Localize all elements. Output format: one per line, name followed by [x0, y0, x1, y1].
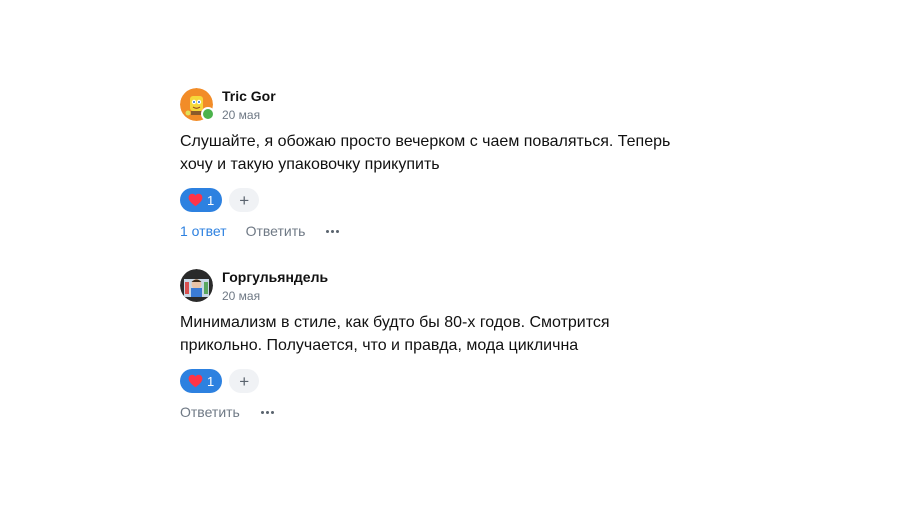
reply-button[interactable]: Ответить — [246, 223, 306, 239]
add-reaction-button[interactable]: + — [229, 369, 260, 393]
add-reaction-button[interactable]: + — [229, 188, 260, 212]
more-options-icon[interactable] — [326, 220, 341, 242]
comment-header: Горгульяндель 20 мая — [180, 267, 780, 303]
reply-button[interactable]: Ответить — [180, 404, 240, 420]
reaction-count: 1 — [207, 192, 215, 208]
comment: Tric Gor 20 мая Слушайте, я обожаю прост… — [180, 86, 780, 242]
heart-icon — [188, 374, 203, 388]
avatar[interactable] — [180, 87, 215, 121]
comment: Горгульяндель 20 мая Минимализм в стиле,… — [180, 267, 780, 423]
heart-icon — [188, 193, 203, 207]
avatar[interactable] — [180, 268, 213, 302]
online-status-indicator — [201, 106, 215, 121]
comment-text: Минимализм в стиле, как будто бы 80-х го… — [180, 314, 610, 354]
comment-author[interactable]: Горгульяндель — [222, 270, 328, 284]
comment-actions: 1 ответ Ответить — [180, 220, 780, 242]
replies-link[interactable]: 1 ответ — [180, 223, 227, 239]
reactions-bar: 1 + — [180, 369, 780, 393]
like-reaction-button[interactable]: 1 — [180, 188, 223, 212]
comment-text: Слушайте, я обожаю просто вечерком с чае… — [180, 133, 671, 173]
comment-header: Tric Gor 20 мая — [180, 86, 780, 122]
reactions-bar: 1 + — [180, 188, 780, 212]
user-avatar-image — [180, 268, 213, 302]
comment-actions: Ответить — [180, 401, 780, 423]
comment-date[interactable]: 20 мая — [222, 109, 276, 121]
more-options-icon[interactable] — [260, 401, 276, 423]
like-reaction-button[interactable]: 1 — [180, 369, 223, 393]
comment-date[interactable]: 20 мая — [222, 290, 328, 302]
plus-icon: + — [239, 190, 250, 210]
reaction-count: 1 — [207, 373, 215, 389]
plus-icon: + — [239, 371, 250, 391]
comment-author[interactable]: Tric Gor — [222, 89, 276, 103]
